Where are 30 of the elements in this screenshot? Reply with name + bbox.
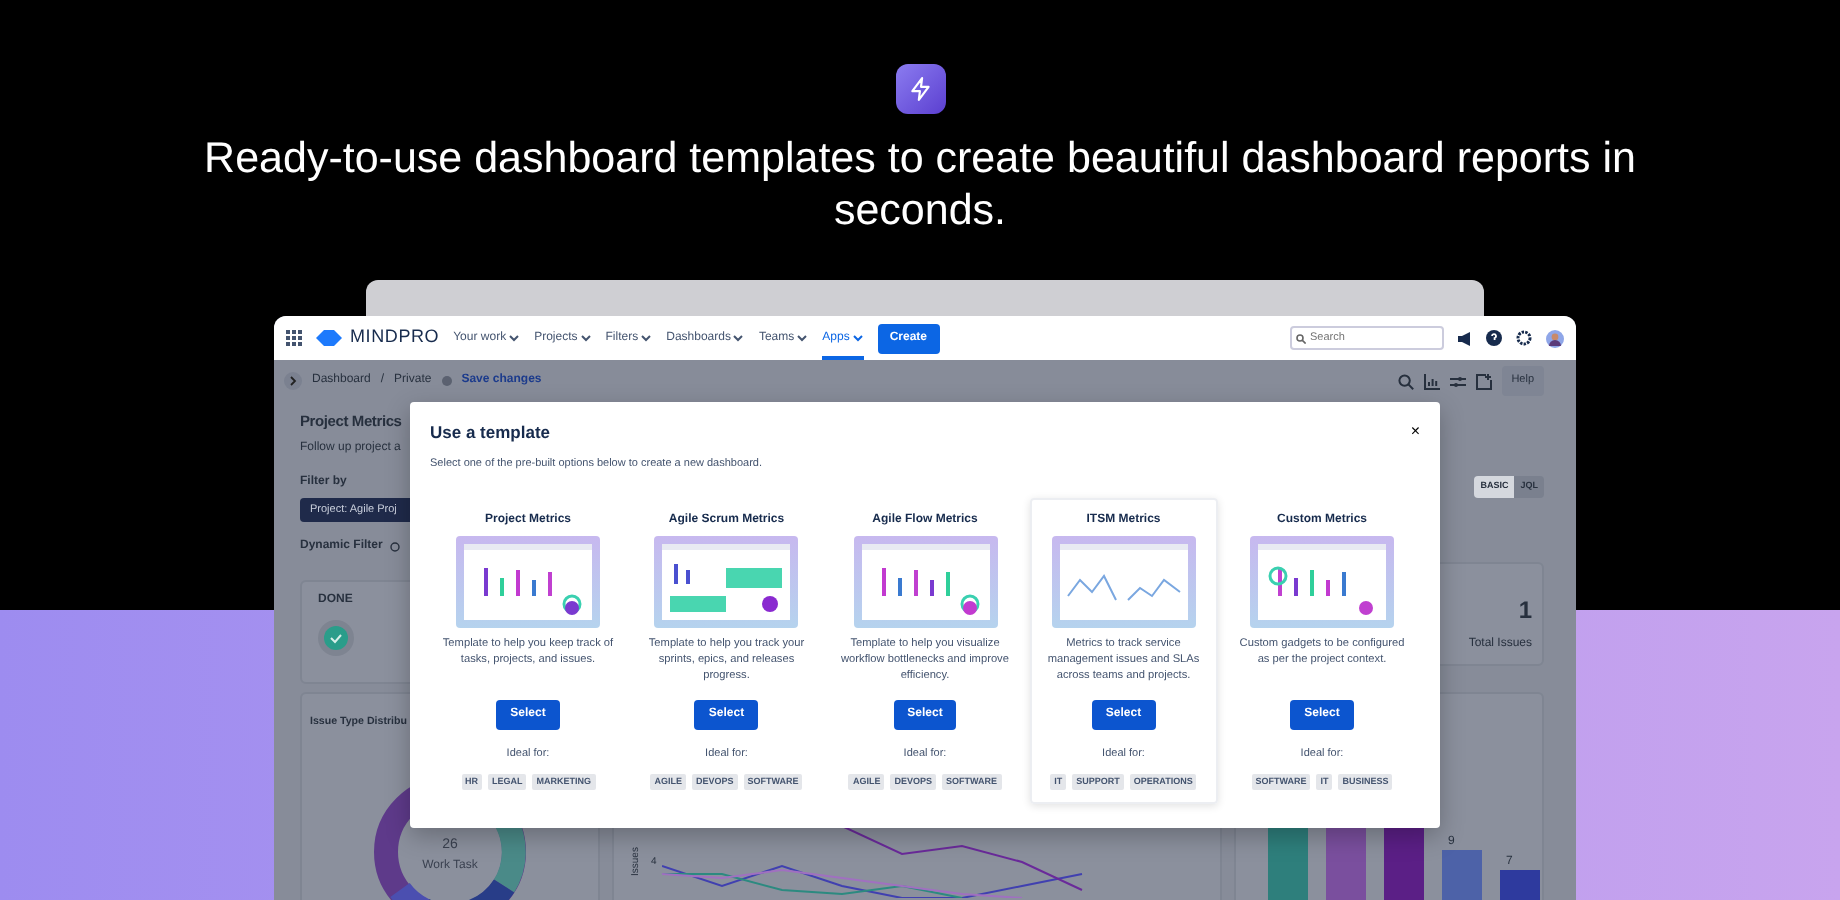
brand-name: MINDPRO	[350, 324, 440, 351]
avatar-icon[interactable]	[1546, 329, 1564, 347]
caret-icon	[579, 334, 592, 342]
caret-icon	[851, 334, 864, 342]
help-icon[interactable]	[1486, 330, 1502, 346]
app-switcher-icon[interactable]	[286, 330, 302, 346]
total-value: 1	[1518, 593, 1532, 628]
headline: Ready-to-use dashboard templates to create beautiful dashboard reports in seconds.	[202, 132, 1638, 236]
dashboard-preview-drawing	[456, 536, 600, 629]
search-icon[interactable]	[1397, 373, 1414, 389]
sliders-icon[interactable]	[1449, 373, 1466, 389]
megaphone-icon[interactable]	[1458, 331, 1472, 345]
export-icon[interactable]	[1475, 373, 1492, 389]
app-logo	[895, 64, 945, 114]
search-icon	[1296, 333, 1306, 343]
status-dot-icon	[441, 376, 452, 386]
sidebar-toggle-icon[interactable]	[284, 372, 302, 390]
close-button[interactable]: ×	[1410, 420, 1420, 444]
done-check-icon	[318, 620, 354, 657]
caret-icon	[796, 334, 809, 342]
dashboard-preview-drawing	[853, 536, 997, 629]
caret-icon	[508, 334, 521, 342]
dialog-title: Use a template	[430, 421, 550, 443]
settings-icon[interactable]	[1516, 330, 1532, 346]
brand-logo-icon	[316, 330, 342, 346]
caret-icon	[640, 334, 653, 342]
info-icon	[390, 542, 401, 553]
bar-chart-icon[interactable]	[1423, 373, 1440, 389]
caret-icon	[732, 334, 745, 342]
dashboard-preview-drawing	[1250, 536, 1394, 629]
